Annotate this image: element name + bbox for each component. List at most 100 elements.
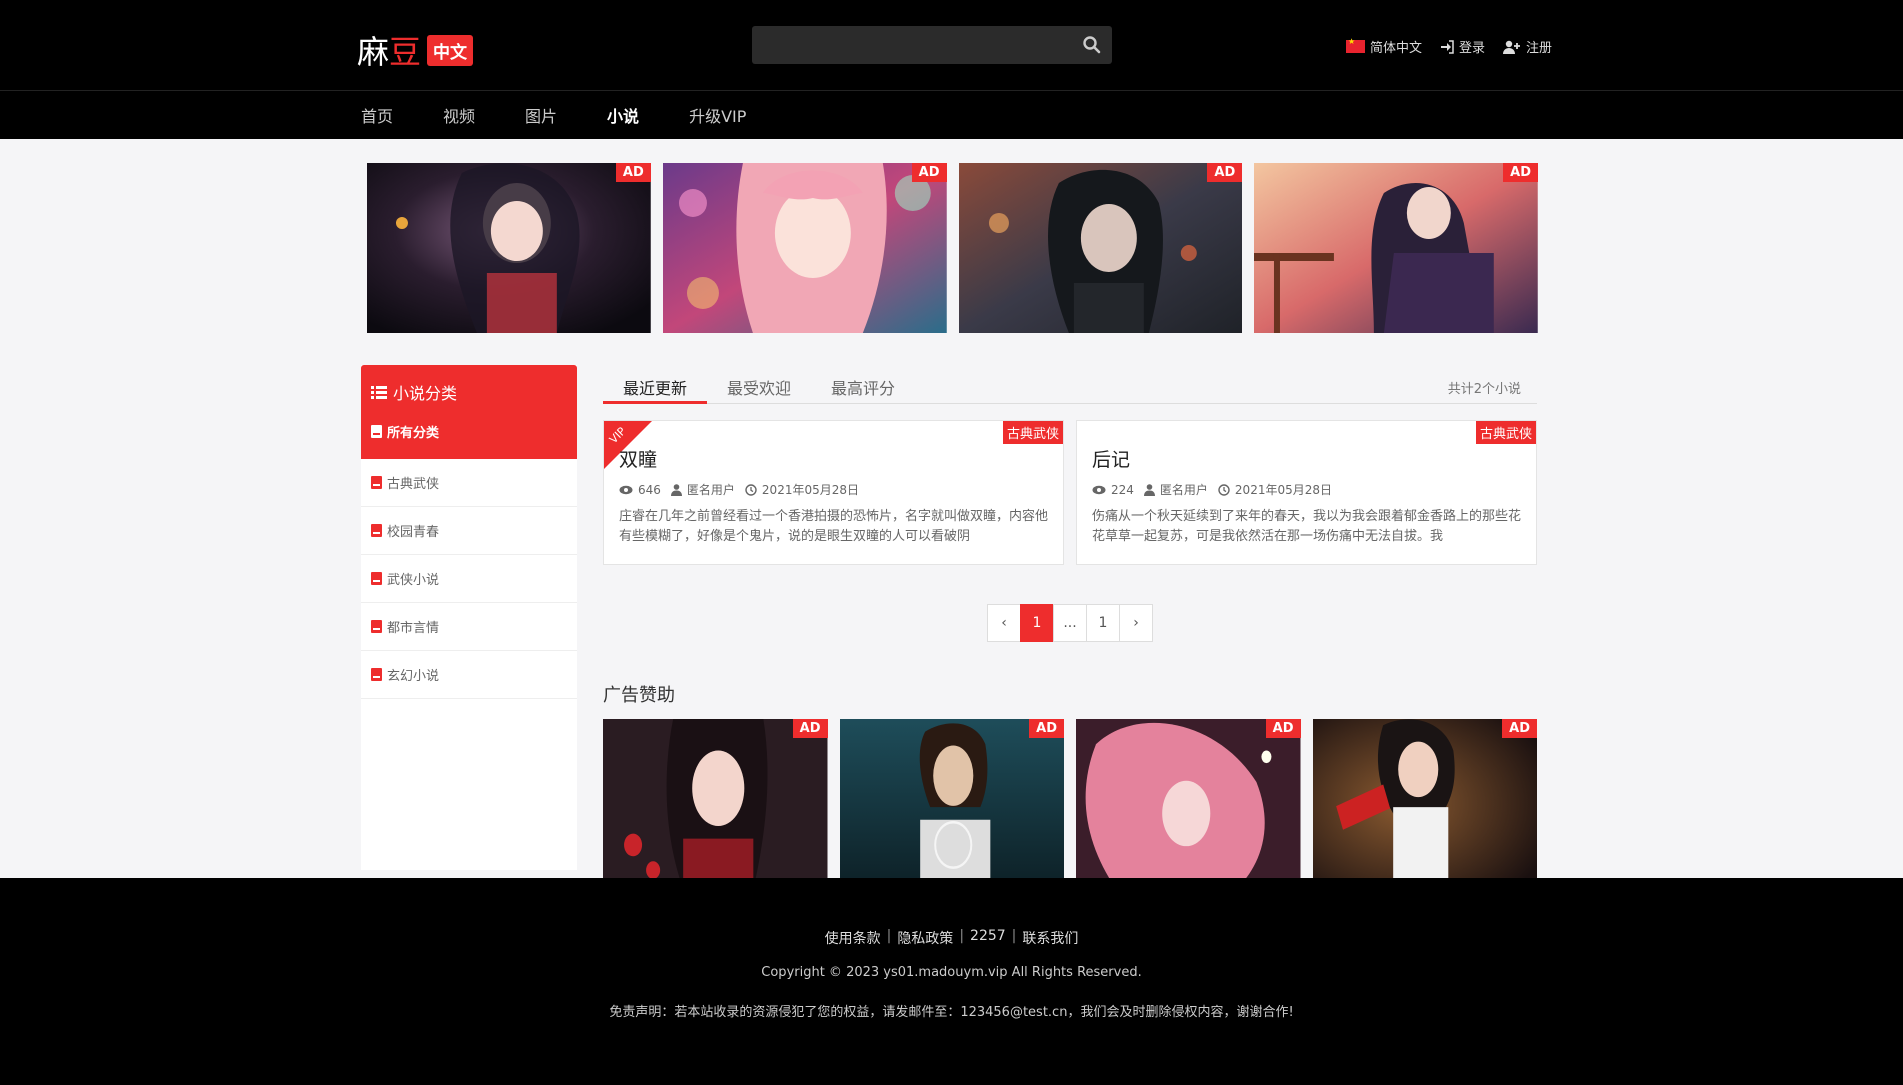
ad-artwork — [367, 163, 651, 333]
sponsor-heading: 广告赞助 — [603, 685, 675, 706]
copyright: Copyright © 2023 ys01.madouym.vip All Ri… — [761, 965, 1142, 980]
footer-link-terms[interactable]: 使用条款 — [825, 928, 881, 948]
sponsor-ads: AD AD AD AD — [603, 719, 1537, 889]
book-icon — [371, 476, 382, 489]
page-button-last[interactable]: 1 — [1086, 604, 1120, 642]
next-page-button[interactable]: › — [1119, 604, 1153, 642]
main-nav: 首页 视频 图片 小说 升级VIP — [0, 90, 1903, 139]
logo-badge: 中文 — [427, 34, 474, 66]
ad-artwork — [1312, 719, 1537, 889]
logo-text-2: 豆 — [389, 33, 422, 71]
ad-image[interactable]: AD — [367, 163, 651, 333]
date: 2021年05月28日 — [1218, 481, 1332, 498]
sidebar-item-romance[interactable]: 都市言情 — [361, 603, 577, 651]
footer-link-contact[interactable]: 联系我们 — [1022, 928, 1078, 948]
sidebar-item-label: 校园青春 — [387, 525, 440, 540]
book-icon — [371, 425, 382, 438]
sidebar-title: 小说分类 — [361, 365, 577, 404]
view-count: 646 — [638, 482, 661, 497]
novel-count: 共计2个小说 — [1447, 382, 1521, 397]
author-name: 匿名用户 — [686, 483, 735, 497]
author: 匿名用户 — [670, 481, 735, 498]
sidebar-item-classic-wuxia[interactable]: 古典武侠 — [361, 459, 577, 507]
language-selector[interactable]: 简体中文 — [1345, 37, 1422, 56]
ad-artwork — [662, 163, 947, 333]
category-tag[interactable]: 古典武侠 — [1475, 421, 1536, 444]
sponsor-ad-image[interactable]: AD — [839, 719, 1064, 889]
clock-icon — [1218, 483, 1230, 496]
novel-title[interactable]: 后记 — [1092, 445, 1130, 472]
novel-card[interactable]: VIP 古典武侠 双瞳 646 匿名用户 2021年05月28日 庄睿在几年之前… — [603, 420, 1064, 565]
sponsor-ad-image[interactable]: AD — [603, 719, 828, 889]
tab-latest[interactable]: 最近更新 — [623, 375, 687, 399]
ad-artwork — [839, 719, 1064, 889]
category-sidebar: 小说分类 所有分类 古典武侠 校园青春 武侠小说 都市言情 玄幻小说 — [361, 365, 577, 870]
sidebar-item-campus[interactable]: 校园青春 — [361, 507, 577, 555]
nav-item-video[interactable]: 视频 — [443, 103, 475, 127]
view-count: 224 — [1111, 482, 1134, 497]
clock-icon — [745, 483, 757, 496]
publish-date: 2021年05月28日 — [761, 483, 860, 497]
site-logo[interactable]: 麻 豆 中文 — [357, 27, 474, 73]
author: 匿名用户 — [1143, 481, 1208, 498]
footer-links: 使用条款 | 隐私政策 | 2257 | 联系我们 — [824, 928, 1079, 948]
ad-artwork — [958, 163, 1243, 333]
book-icon — [371, 668, 382, 681]
nav-item-home[interactable]: 首页 — [361, 103, 393, 127]
login-link[interactable]: 登录 — [1440, 37, 1485, 56]
ad-artwork — [1254, 163, 1538, 333]
user-plus-icon — [1502, 40, 1520, 54]
sidebar-title-label: 小说分类 — [393, 384, 458, 403]
novel-card[interactable]: 古典武侠 后记 224 匿名用户 2021年05月28日 伤痛从一个秋天延续到了… — [1076, 420, 1537, 565]
author-name: 匿名用户 — [1159, 483, 1208, 497]
tab-popular[interactable]: 最受欢迎 — [727, 375, 791, 399]
book-icon — [371, 524, 382, 537]
search-input[interactable] — [752, 26, 1062, 64]
ad-tag: AD — [792, 719, 828, 738]
sidebar-item-all[interactable]: 所有分类 — [361, 404, 577, 441]
nav-item-vip[interactable]: 升级VIP — [689, 103, 746, 127]
ad-tag: AD — [1029, 719, 1064, 738]
nav-list: 首页 视频 图片 小说 升级VIP — [361, 91, 796, 139]
category-tag[interactable]: 古典武侠 — [1002, 421, 1063, 444]
sidebar-item-fantasy[interactable]: 玄幻小说 — [361, 651, 577, 699]
nav-item-novels[interactable]: 小说 — [607, 103, 639, 127]
ad-image[interactable]: AD — [958, 163, 1243, 333]
list-icon — [371, 386, 387, 399]
sidebar-item-wuxia[interactable]: 武侠小说 — [361, 555, 577, 603]
disclaimer: 免责声明：若本站收录的资源侵犯了您的权益，请发邮件至：123456@test.c… — [609, 1005, 1294, 1020]
page-button-current[interactable]: 1 — [1020, 604, 1054, 642]
publish-date: 2021年05月28日 — [1234, 483, 1333, 497]
active-tab-indicator — [603, 401, 707, 404]
book-icon — [371, 620, 382, 633]
top-ad-banner: AD AD AD AD — [367, 163, 1538, 333]
ad-artwork — [603, 719, 828, 889]
views: 646 — [619, 483, 661, 497]
register-link[interactable]: 注册 — [1502, 37, 1552, 56]
search-icon[interactable] — [1082, 35, 1102, 55]
eye-icon — [619, 485, 633, 494]
sponsor-ad-image[interactable]: AD — [1076, 719, 1301, 889]
sidebar-item-label: 古典武侠 — [387, 477, 440, 492]
sponsor-ad-image[interactable]: AD — [1312, 719, 1537, 889]
pagination: ‹ 1 ... 1 › — [987, 604, 1153, 642]
register-label: 注册 — [1525, 41, 1552, 56]
footer-link-2257[interactable]: 2257 — [970, 928, 1006, 948]
user-icon — [670, 483, 682, 496]
search-bar — [752, 26, 1112, 64]
login-label: 登录 — [1458, 41, 1485, 56]
novel-excerpt: 伤痛从一个秋天延续到了来年的春天，我以为我会跟着郁金香路上的那些花花草草一起复苏… — [1092, 509, 1522, 544]
prev-page-button[interactable]: ‹ — [987, 604, 1021, 642]
sidebar-item-label: 都市言情 — [387, 621, 440, 636]
ad-tag: AD — [1207, 163, 1243, 182]
header-links: 简体中文 登录 注册 — [1345, 37, 1552, 56]
ad-image[interactable]: AD — [662, 163, 947, 333]
nav-item-pictures[interactable]: 图片 — [525, 103, 557, 127]
footer-link-privacy[interactable]: 隐私政策 — [897, 928, 953, 948]
novel-title[interactable]: 双瞳 — [619, 445, 657, 472]
ad-tag: AD — [1265, 719, 1301, 738]
date: 2021年05月28日 — [745, 481, 859, 498]
tab-top-rated[interactable]: 最高评分 — [831, 375, 895, 399]
sidebar-header: 小说分类 所有分类 — [361, 365, 577, 459]
ad-image[interactable]: AD — [1254, 163, 1538, 333]
